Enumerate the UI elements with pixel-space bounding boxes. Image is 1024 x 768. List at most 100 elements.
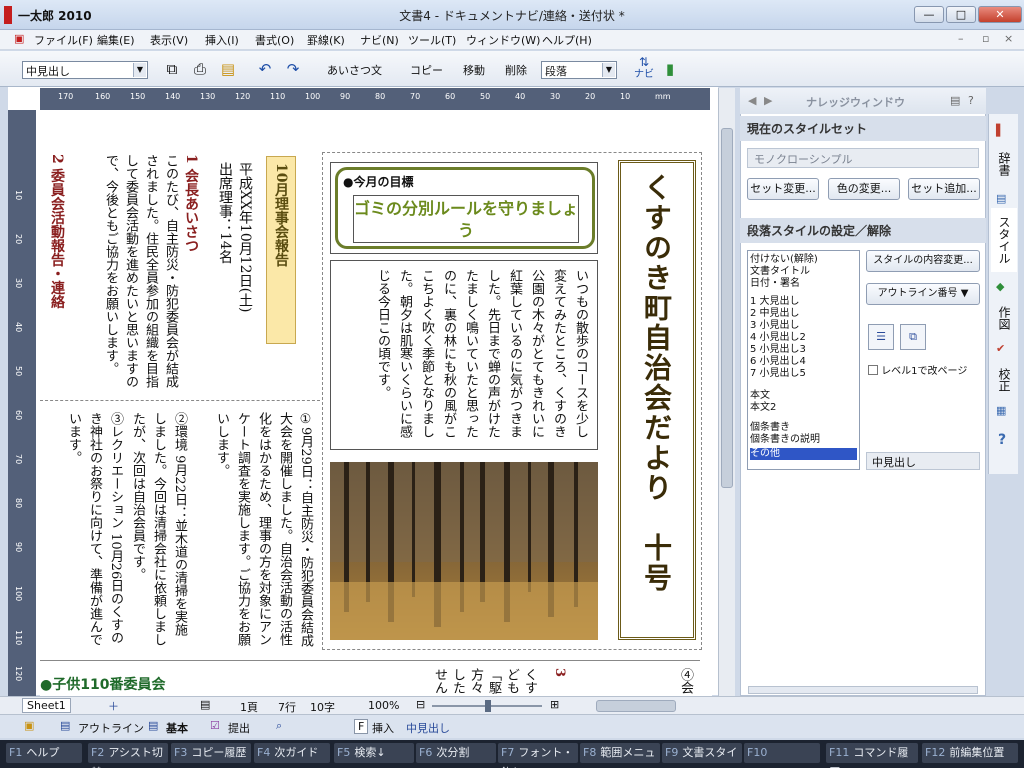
vertical-ruler[interactable]: 10 20 30 40 50 60 70 80 90 100 110 120 — [8, 110, 36, 698]
vertical-scrollbar[interactable] — [718, 88, 735, 696]
panel-menu-icon[interactable]: ▤ — [950, 94, 960, 107]
mode-basic[interactable]: 基本 — [166, 720, 188, 736]
outline-icon: ▤ — [60, 719, 71, 732]
add-sheet-icon[interactable]: ＋ — [108, 698, 119, 714]
fkey-f6[interactable]: F6 次分割 — [416, 743, 496, 763]
menu-edit[interactable]: 編集(E) — [97, 32, 135, 48]
minimize-button[interactable]: — — [914, 6, 944, 23]
help-question-icon[interactable]: ? — [998, 432, 1006, 448]
style-list-item[interactable]: 文書タイトル — [750, 266, 857, 278]
maximize-button[interactable]: □ — [946, 6, 976, 23]
next-arrow-icon[interactable]: ▶ — [764, 94, 772, 107]
style-list-item[interactable]: 個条書き — [750, 422, 857, 434]
move-button[interactable]: 移動 — [463, 62, 485, 78]
style-apply-icon[interactable]: ☰ — [868, 324, 894, 350]
chevron-down-icon[interactable]: ▼ — [133, 63, 146, 77]
style-copy-icon[interactable]: ⧉ — [900, 324, 926, 350]
menu-navi[interactable]: ナビ(N) — [360, 32, 399, 48]
style-list-item[interactable]: 6 小見出し4 — [750, 356, 857, 368]
fkey-f5[interactable]: F5 検索↓ — [334, 743, 414, 763]
style-list-item-selected[interactable]: その他 — [750, 448, 857, 460]
change-color-button[interactable]: 色の変更... — [828, 178, 900, 200]
horizontal-ruler[interactable]: 170 160 150 140 130 120 110 100 90 80 70… — [40, 88, 710, 110]
style-list-item[interactable]: 4 小見出し2 — [750, 332, 857, 344]
style-list-item[interactable]: 5 小見出し3 — [750, 344, 857, 356]
chevron-down-icon[interactable]: ▼ — [602, 63, 615, 77]
menu-tools[interactable]: ツール(T) — [408, 32, 456, 48]
style-list-item[interactable]: 本文 — [750, 390, 857, 402]
undo-icon[interactable]: ↶ — [255, 59, 275, 79]
fkey-f3[interactable]: F3 コピー履歴 — [171, 743, 251, 763]
menu-view[interactable]: 表示(V) — [150, 32, 188, 48]
horizontal-scroll-thumb[interactable] — [596, 700, 676, 712]
document-list-icon[interactable]: ▦ — [996, 404, 1006, 417]
mode-icon[interactable]: ▣ — [24, 719, 34, 732]
mode-outline[interactable]: アウトライン — [78, 720, 144, 736]
menu-ruled-line[interactable]: 罫線(K) — [307, 32, 345, 48]
zoom-level[interactable]: 100% — [368, 699, 399, 712]
tab-drawing[interactable]: 作図 — [991, 296, 1017, 340]
fkey-f4[interactable]: F4 次ガイド — [254, 743, 330, 763]
menu-file[interactable]: ファイル(F) — [34, 32, 93, 48]
fkey-f11[interactable]: F11コマンド履歴 — [826, 743, 918, 768]
change-set-button[interactable]: セット変更... — [747, 178, 819, 200]
style-list-item[interactable]: 本文2 — [750, 402, 857, 414]
style-combo[interactable]: 中見出し ▼ — [22, 61, 148, 79]
style-list-item[interactable]: 1 大見出し — [750, 296, 857, 308]
doc-minimize-icon[interactable]: – — [958, 32, 964, 45]
mode-submit[interactable]: 提出 — [228, 720, 250, 736]
style-list-item[interactable]: 個条書きの説明 — [750, 434, 857, 446]
sheet-tab[interactable]: Sheet1 — [22, 698, 71, 713]
style-list-item[interactable]: 日付・署名 — [750, 278, 857, 290]
knowledge-window-header: ◀ ▶ ナレッジウィンドウ ▤ ? — [740, 88, 986, 114]
greeting-button[interactable]: あいさつ文 — [327, 62, 382, 78]
zoom-in-icon[interactable]: ⊞ — [550, 698, 559, 711]
doc-restore-icon[interactable]: ▫ — [982, 32, 989, 45]
panel-scrollbar[interactable] — [748, 686, 978, 694]
add-set-button[interactable]: セット追加... — [908, 178, 980, 200]
zoom-out-icon[interactable]: ⊟ — [416, 698, 425, 711]
document-page[interactable]: くすのき町自治会だより 十号 ●今月の目標 ゴミの分別ルールを守りましょう いつ… — [40, 112, 712, 696]
menu-insert[interactable]: 挿入(I) — [205, 32, 239, 48]
fkey-f2[interactable]: F2アシスト切替 — [88, 743, 168, 768]
redo-icon[interactable]: ↷ — [283, 59, 303, 79]
fkey-f12[interactable]: F12 前編集位置 — [922, 743, 1018, 763]
print-icon[interactable]: ⎙ — [190, 59, 210, 79]
menu-help[interactable]: ヘルプ(H) — [542, 32, 592, 48]
menu-format[interactable]: 書式(O) — [255, 32, 294, 48]
layout-icon[interactable]: ▤ — [200, 698, 210, 711]
help-icon[interactable]: ? — [968, 94, 974, 107]
fkey-f10[interactable]: F10 — [744, 743, 820, 763]
fkey-f1[interactable]: F1 ヘルプ — [6, 743, 82, 763]
scroll-thumb[interactable] — [721, 128, 733, 488]
outline-number-button[interactable]: アウトライン番号 ▼ — [866, 283, 980, 305]
insert-mode[interactable]: 挿入 — [372, 720, 394, 736]
menu-window[interactable]: ウィンドウ(W) — [466, 32, 540, 48]
checkbox-icon[interactable] — [868, 365, 878, 375]
style-list-item[interactable]: 7 小見出し5 — [750, 368, 857, 380]
style-list-item[interactable]: 付けない(解除) — [750, 254, 857, 266]
tab-dictionary[interactable]: 辞書 — [991, 142, 1017, 186]
level1-pagebreak-checkbox[interactable]: レベル1で改ページ — [868, 362, 967, 377]
paragraph-combo[interactable]: 段落 ▼ — [541, 61, 617, 79]
doc-close-icon[interactable]: × — [1004, 32, 1013, 45]
change-style-content-button[interactable]: スタイルの内容変更... — [866, 250, 980, 272]
tab-style[interactable]: スタイル — [991, 208, 1017, 272]
fkey-f9[interactable]: F9文書スタイル — [662, 743, 742, 768]
copy-button[interactable]: コピー — [410, 62, 443, 78]
zoom-slider-thumb[interactable] — [485, 700, 491, 712]
fkey-f7[interactable]: F7フォント・飾り — [498, 743, 578, 768]
tab-proofread[interactable]: 校正 — [991, 358, 1017, 402]
search-icon[interactable]: ⌕ — [276, 719, 282, 733]
open-folder-icon[interactable]: ▤ — [218, 59, 238, 79]
style-list-item[interactable]: 2 中見出し — [750, 308, 857, 320]
style-list-item[interactable]: 3 小見出し — [750, 320, 857, 332]
prev-arrow-icon[interactable]: ◀ — [748, 94, 756, 107]
copy-doc-icon[interactable]: ⧉ — [162, 59, 182, 79]
fkey-f8[interactable]: F8範囲メニュー — [580, 743, 660, 768]
close-button[interactable]: ✕ — [978, 6, 1022, 23]
style-list[interactable]: 付けない(解除) 文書タイトル 日付・署名 1 大見出し 2 中見出し 3 小見… — [747, 250, 860, 470]
delete-button[interactable]: 削除 — [505, 62, 527, 78]
exit-door-icon[interactable]: ▮ — [660, 59, 680, 79]
navi-button[interactable]: ⇅ ナビ — [630, 55, 658, 83]
